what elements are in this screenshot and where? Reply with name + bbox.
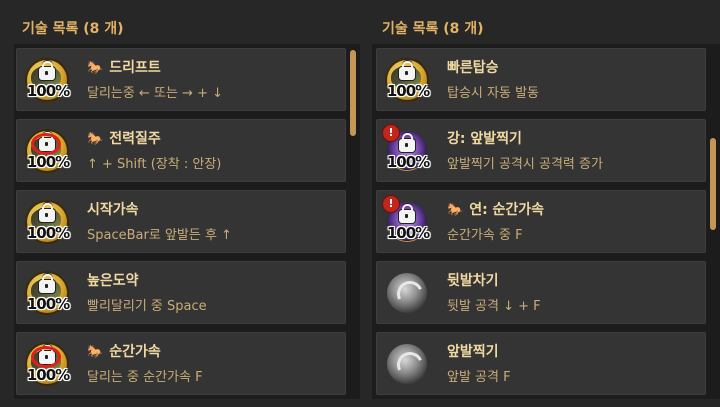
left-skill-panel: 기술 목록 (8 개) 100% 🐎 드리프트 달리는중 ← 또는 → + ↓ 1… <box>0 0 360 407</box>
red-ring-icon <box>31 133 61 155</box>
skill-desc: ↑ + Shift (장착 : 안장) <box>87 157 222 172</box>
red-ring-icon <box>31 346 61 368</box>
skill-desc: 뒷발 공격 ↓ + F <box>447 299 541 314</box>
gray-skill-icon <box>387 344 427 384</box>
mount-icon: 🐎 <box>87 61 104 76</box>
skill-icon: ! 100% <box>382 124 431 175</box>
skill-desc: 순간가속 중 F <box>447 228 523 243</box>
skill-desc: 달리는중 ← 또는 → + ↓ <box>87 86 223 101</box>
mount-icon: 🐎 <box>87 132 104 147</box>
skill-level: 100% <box>386 153 430 171</box>
skill-name: 🐎 순간가속 <box>87 344 161 360</box>
skill-desc: 앞발찍기 공격시 공격력 증가 <box>447 157 603 172</box>
lock-icon <box>39 274 55 293</box>
skill-name: 앞발찍기 <box>447 344 499 360</box>
skill-icon <box>385 271 431 317</box>
lock-icon <box>39 203 55 222</box>
skill-name: 🐎 연: 순간가속 <box>447 202 545 218</box>
alert-icon: ! <box>382 195 400 213</box>
skill-item-sprint[interactable]: 100% 🐎 전력질주 ↑ + Shift (장착 : 안장) <box>16 119 346 182</box>
skill-name: 🐎 드리프트 <box>87 60 161 76</box>
skill-item-high-jump[interactable]: 100% 높은도약 빨리달리기 중 Space <box>16 261 346 324</box>
skill-name: 뒷발차기 <box>447 273 499 289</box>
skill-item-start-accel[interactable]: 100% 시작가속 SpaceBar로 앞발든 후 ↑ <box>16 190 346 253</box>
skill-icon: 100% <box>25 200 71 246</box>
skill-name: 시작가속 <box>87 202 139 218</box>
mount-icon: 🐎 <box>447 203 464 218</box>
left-scrollbar[interactable] <box>350 50 356 136</box>
skill-level: 100% <box>26 153 70 171</box>
skill-item-chain-accel[interactable]: ! 100% 🐎 연: 순간가속 순간가속 중 F <box>376 190 706 253</box>
panel-title: 기술 목록 (8 개) <box>22 21 124 37</box>
skill-name: 높은도약 <box>87 273 139 289</box>
skill-desc: 앞발 공격 F <box>447 370 511 385</box>
lock-icon <box>399 204 415 223</box>
skill-icon: 100% <box>25 342 71 388</box>
skill-level: 100% <box>386 224 430 242</box>
skill-name: 🐎 전력질주 <box>87 131 161 147</box>
skill-item-quick-mount[interactable]: 100% 빠른탑승 탑승시 자동 발동 <box>376 48 706 111</box>
mount-icon: 🐎 <box>87 345 104 360</box>
lock-icon <box>39 61 55 80</box>
lock-icon <box>399 61 415 80</box>
alert-icon: ! <box>382 124 400 142</box>
skill-item-instant-accel[interactable]: 100% 🐎 순간가속 달리는 중 순간가속 F <box>16 332 346 395</box>
skill-desc: 빨리달리기 중 Space <box>87 299 207 314</box>
skill-icon: 100% <box>25 271 71 317</box>
skill-icon: 100% <box>385 58 431 104</box>
right-scrollbar[interactable] <box>710 138 716 230</box>
skill-item-drift[interactable]: 100% 🐎 드리프트 달리는중 ← 또는 → + ↓ <box>16 48 346 111</box>
skill-level: 100% <box>26 295 70 313</box>
skill-name: 빠른탑승 <box>447 60 499 76</box>
skill-item-back-kick[interactable]: 뒷발차기 뒷발 공격 ↓ + F <box>376 261 706 324</box>
lock-icon <box>399 133 415 152</box>
skill-icon: 100% <box>25 58 71 104</box>
skill-icon: ! 100% <box>382 195 431 246</box>
skill-level: 100% <box>386 82 430 100</box>
gray-skill-icon <box>387 273 427 313</box>
skill-level: 100% <box>26 82 70 100</box>
skill-desc: 탑승시 자동 발동 <box>447 86 539 101</box>
skill-name: 강: 앞발찍기 <box>447 131 522 147</box>
right-skill-panel: 기술 목록 (8 개) 100% 빠른탑승 탑승시 자동 발동 ! 100% 강… <box>360 0 720 407</box>
skill-desc: SpaceBar로 앞발든 후 ↑ <box>87 228 232 243</box>
skill-item-front-stomp[interactable]: 앞발찍기 앞발 공격 F <box>376 332 706 395</box>
skill-item-strong-stomp[interactable]: ! 100% 강: 앞발찍기 앞발찍기 공격시 공격력 증가 <box>376 119 706 182</box>
skill-level: 100% <box>26 366 70 384</box>
panel-title: 기술 목록 (8 개) <box>382 21 484 37</box>
skill-icon: 100% <box>25 129 71 175</box>
skill-icon <box>385 342 431 388</box>
skill-desc: 달리는 중 순간가속 F <box>87 370 203 385</box>
skill-level: 100% <box>26 224 70 242</box>
